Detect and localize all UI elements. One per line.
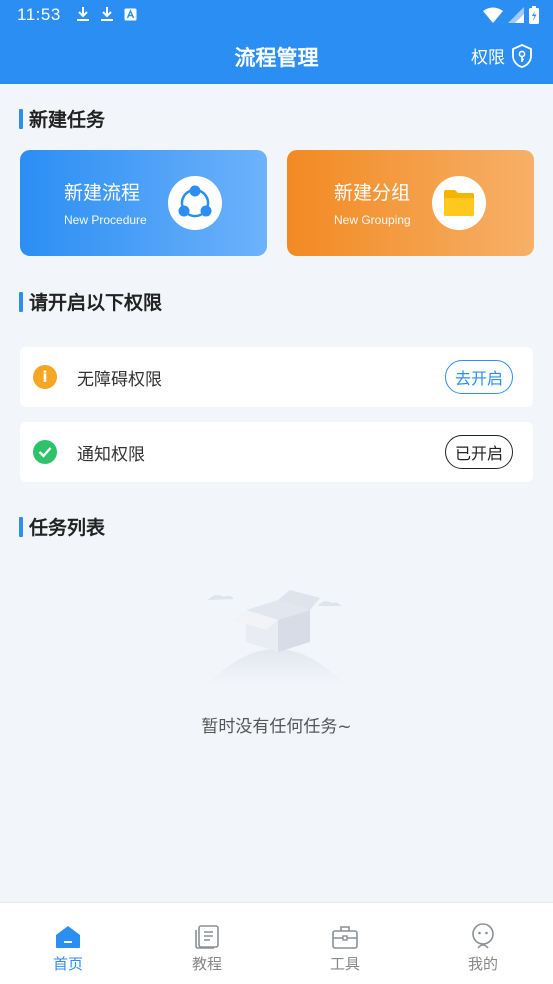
section-title-task-list: 任务列表 [19,513,105,540]
signal-icon [508,7,524,23]
check-icon [33,440,57,464]
battery-icon [529,6,539,24]
section-title-text: 请开启以下权限 [29,292,163,314]
section-title-text: 新建任务 [29,109,106,131]
tab-label: 首页 [52,955,83,973]
permission-label: 无障碍权限 [77,370,162,390]
card-title: 新建流程 [64,182,141,204]
share-nodes-icon [168,176,222,230]
shield-key-icon [512,43,532,68]
app-notification-icon [124,8,137,20]
tab-label: 教程 [191,955,222,973]
tab-tutorial[interactable]: 教程 [177,919,237,974]
info-icon: i [33,365,57,389]
permission-row-notification: 通知权限 已开启 [20,422,533,482]
enable-accessibility-button[interactable]: 去开启 [444,360,513,394]
card-subtitle: New Procedure [64,213,147,227]
tab-home[interactable]: 首页 [38,919,98,974]
tab-label: 工具 [329,955,360,973]
tab-tools[interactable]: 工具 [315,919,375,974]
book-icon [177,919,237,949]
card-subtitle: New Grouping [334,213,411,227]
top-app-bar: 11:53 流程管理 权限 [0,0,553,84]
empty-box-illustration [208,590,344,684]
status-time: 11:53 [17,5,61,24]
wifi-icon [483,7,503,23]
download-icon [101,7,113,21]
home-icon [38,919,98,949]
user-icon [453,919,513,949]
toolbox-icon [315,919,375,949]
folder-icon [432,176,486,230]
new-grouping-card[interactable]: 新建分组 New Grouping [287,150,534,256]
permission-row-accessibility: i 无障碍权限 去开启 [20,347,533,407]
tab-mine[interactable]: 我的 [453,919,513,974]
section-title-new-task: 新建任务 [19,105,105,132]
permission-label: 权限 [471,48,505,68]
download-icon [77,7,89,21]
permission-button[interactable]: 权限 [471,43,533,68]
status-bar: 11:53 [0,0,553,30]
bottom-tab-bar: 首页 教程 工具 我的 [0,902,553,984]
new-procedure-card[interactable]: 新建流程 New Procedure [20,150,267,256]
permission-label: 通知权限 [77,445,145,465]
section-accent-bar [19,108,23,129]
empty-state-text: 暂时没有任何任务~ [201,717,352,737]
section-accent-bar [19,291,23,312]
card-title: 新建分组 [334,182,411,204]
section-accent-bar [19,516,23,537]
notification-enabled-button[interactable]: 已开启 [444,435,513,469]
tab-label: 我的 [467,955,498,973]
section-title-permissions: 请开启以下权限 [19,288,162,315]
section-title-text: 任务列表 [29,517,106,539]
